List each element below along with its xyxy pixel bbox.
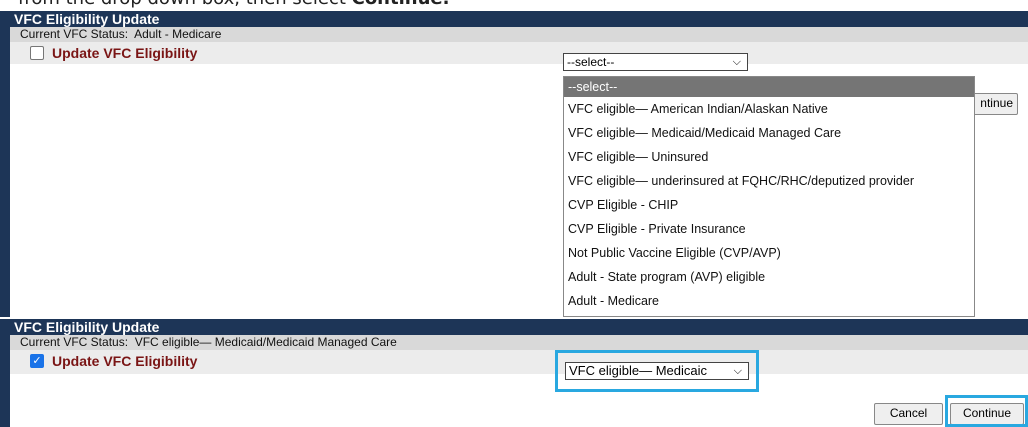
update-eligibility-checkbox[interactable] <box>30 46 44 60</box>
status-label: Current VFC Status: <box>20 335 129 349</box>
continue-highlight-box <box>945 395 1028 427</box>
update-eligibility-row: ✓ Update VFC Eligibility <box>10 350 1028 374</box>
dropdown-option[interactable]: Not Public Vaccine Eligible (CVP/AVP) <box>564 241 974 265</box>
status-label: Current VFC Status: <box>20 27 129 41</box>
cancel-button[interactable]: Cancel <box>874 403 943 425</box>
update-eligibility-row: Update VFC Eligibility <box>10 42 1028 64</box>
cancel-label: Cancel <box>889 406 928 420</box>
dropdown-option[interactable]: --select-- <box>564 77 974 97</box>
update-eligibility-label: Update VFC Eligibility <box>52 45 198 61</box>
select-highlight-box <box>555 350 759 392</box>
dropdown-option[interactable]: VFC eligible— American Indian/Alaskan Na… <box>564 97 974 121</box>
eligibility-dropdown-list: --select-- VFC eligible— American Indian… <box>563 76 975 317</box>
current-status-row: Current VFC Status: VFC eligible— Medica… <box>10 335 1028 350</box>
select-value: --select-- <box>567 55 615 69</box>
continue-partial-label: ntinue <box>980 96 1013 110</box>
dropdown-option[interactable]: VFC eligible— Medicaid/Medicaid Managed … <box>564 121 974 145</box>
checkmark-icon: ✓ <box>32 355 42 367</box>
status-value: Adult - Medicare <box>134 27 222 41</box>
panel-title: VFC Eligibility Update <box>10 11 1028 27</box>
chevron-down-icon: ⌵ <box>732 56 741 68</box>
dropdown-option[interactable]: VFC eligible— underinsured at FQHC/RHC/d… <box>564 169 974 193</box>
status-value: VFC eligible— Medicaid/Medicaid Managed … <box>134 335 397 349</box>
vfc-update-panel-after: VFC Eligibility Update Current VFC Statu… <box>0 319 1028 427</box>
update-eligibility-checkbox[interactable]: ✓ <box>30 354 44 368</box>
update-eligibility-label: Update VFC Eligibility <box>52 353 198 369</box>
dropdown-option[interactable]: VFC eligible— Uninsured <box>564 145 974 169</box>
current-status-row: Current VFC Status: Adult - Medicare <box>10 27 1028 42</box>
dropdown-option[interactable]: CVP Eligible - CHIP <box>564 193 974 217</box>
caption-text: from the drop down box, then select <box>18 0 352 9</box>
dropdown-option[interactable]: Adult - Medicare <box>564 289 974 313</box>
panel-title: VFC Eligibility Update <box>10 319 1028 335</box>
eligibility-select[interactable]: --select-- ⌵ <box>563 53 748 71</box>
caption-bold: Continue. <box>352 0 450 9</box>
dropdown-option[interactable]: Adult - State program (AVP) eligible <box>564 265 974 289</box>
dropdown-option[interactable]: CVP Eligible - Private Insurance <box>564 217 974 241</box>
instruction-caption: from the drop down box, then select Cont… <box>0 0 1028 11</box>
